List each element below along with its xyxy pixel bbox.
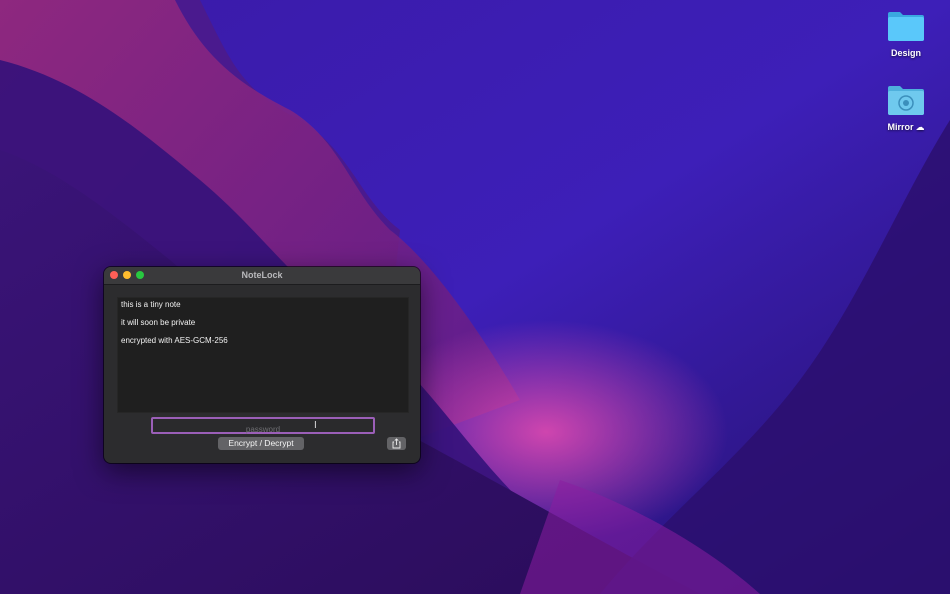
note-line: this is a tiny note	[121, 300, 181, 309]
encrypt-decrypt-button[interactable]: Encrypt / Decrypt	[218, 437, 304, 450]
icloud-icon: ☁	[915, 122, 925, 132]
i-beam-cursor-icon: Ι	[314, 420, 317, 431]
window-title: NoteLock	[241, 270, 283, 280]
notelock-window: NoteLock this is a tiny note it will soo…	[104, 267, 420, 463]
folder-icon	[886, 10, 926, 42]
title-bar[interactable]: NoteLock	[104, 267, 420, 285]
share-icon	[392, 438, 401, 449]
password-field-container: Ι	[151, 417, 375, 436]
share-button[interactable]	[387, 437, 406, 450]
desktop-icon-mirror[interactable]: Mirror ☁	[871, 84, 941, 133]
desktop-icon-design[interactable]: Design	[871, 10, 941, 58]
password-input[interactable]	[153, 423, 373, 436]
shared-folder-icon	[886, 84, 926, 116]
note-text-area[interactable]: this is a tiny note it will soon be priv…	[117, 297, 409, 413]
note-line: it will soon be private	[121, 318, 196, 327]
note-line: encrypted with AES-GCM-256	[121, 336, 228, 345]
desktop-icon-label: Mirror ☁	[887, 122, 925, 132]
desktop-icon-label: Design	[890, 48, 921, 58]
